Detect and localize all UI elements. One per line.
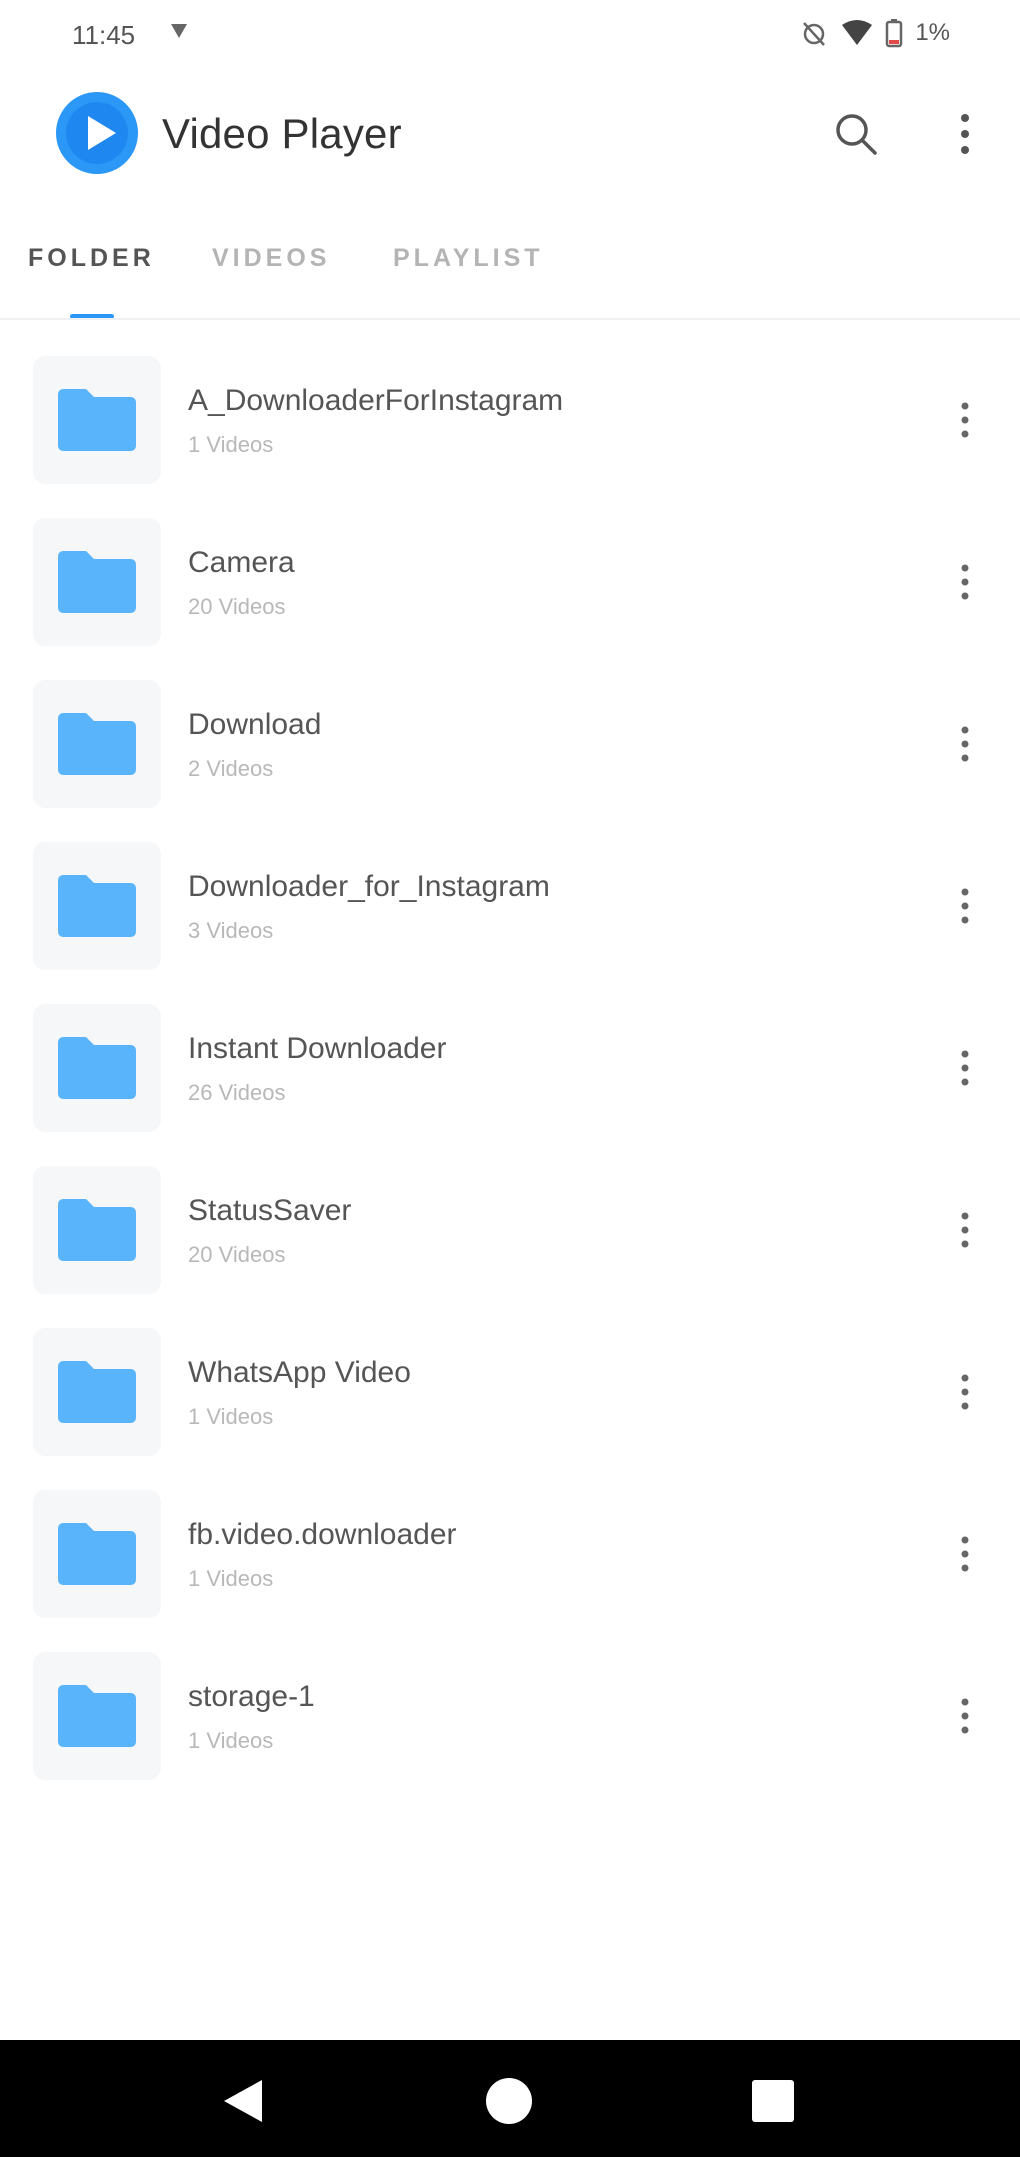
alarm-off-icon xyxy=(799,18,829,48)
system-nav-bar xyxy=(0,2040,1020,2157)
list-item[interactable]: Instant Downloader 26 Videos xyxy=(0,998,1020,1160)
folder-count: 1 Videos xyxy=(188,1404,274,1429)
folder-count: 20 Videos xyxy=(188,1242,286,1267)
list-item[interactable]: WhatsApp Video 1 Videos xyxy=(0,1322,1020,1484)
folder-count: 1 Videos xyxy=(188,1728,274,1753)
recent-apps-icon[interactable] xyxy=(752,2080,794,2122)
folder-name: fb.video.downloader xyxy=(188,1518,457,1551)
divider xyxy=(0,318,1020,320)
tab-bar: FOLDER VIDEOS PLAYLIST xyxy=(0,236,1020,320)
folder-icon xyxy=(33,1490,161,1618)
folder-count: 26 Videos xyxy=(188,1080,286,1105)
folder-icon xyxy=(33,1166,161,1294)
search-icon[interactable] xyxy=(826,104,886,164)
more-vert-icon[interactable] xyxy=(950,1524,980,1584)
more-vert-icon[interactable] xyxy=(950,390,980,450)
list-item[interactable]: StatusSaver 20 Videos xyxy=(0,1160,1020,1322)
folder-count: 1 Videos xyxy=(188,1566,274,1591)
list-item[interactable]: fb.video.downloader 1 Videos xyxy=(0,1484,1020,1646)
more-vert-icon[interactable] xyxy=(950,1038,980,1098)
more-vert-icon[interactable] xyxy=(950,1686,980,1746)
more-vert-icon[interactable] xyxy=(950,1200,980,1260)
list-item[interactable]: Download 2 Videos xyxy=(0,674,1020,836)
battery-icon xyxy=(885,18,903,48)
notification-icon xyxy=(168,20,190,42)
list-item[interactable]: Downloader_for_Instagram 3 Videos xyxy=(0,836,1020,998)
folder-name: Instant Downloader xyxy=(188,1032,447,1065)
more-vert-icon[interactable] xyxy=(950,714,980,774)
status-time: 11:45 xyxy=(72,20,136,50)
folder-icon xyxy=(33,1004,161,1132)
folder-list: A_DownloaderForInstagram 1 Videos Camera… xyxy=(0,350,1020,1808)
folder-name: StatusSaver xyxy=(188,1194,352,1227)
folder-count: 1 Videos xyxy=(188,432,274,457)
tab-videos[interactable]: VIDEOS xyxy=(212,244,330,273)
folder-name: Download xyxy=(188,708,322,741)
status-icons: 1% xyxy=(799,18,950,48)
folder-name: Downloader_for_Instagram xyxy=(188,870,550,903)
battery-percent: 1% xyxy=(915,19,950,46)
more-vert-icon[interactable] xyxy=(950,876,980,936)
folder-count: 3 Videos xyxy=(188,918,274,943)
tab-playlist[interactable]: PLAYLIST xyxy=(393,244,544,273)
home-icon[interactable] xyxy=(486,2078,532,2124)
tab-folder[interactable]: FOLDER xyxy=(28,244,155,273)
folder-name: Camera xyxy=(188,546,295,579)
more-vert-icon[interactable] xyxy=(950,552,980,612)
list-item[interactable]: A_DownloaderForInstagram 1 Videos xyxy=(0,350,1020,512)
more-vert-icon[interactable] xyxy=(940,104,990,164)
app-title: Video Player xyxy=(162,110,402,157)
more-vert-icon[interactable] xyxy=(950,1362,980,1422)
back-icon[interactable] xyxy=(222,2078,264,2129)
status-bar: 11:45 1% xyxy=(0,0,1020,72)
folder-count: 20 Videos xyxy=(188,594,286,619)
folder-icon xyxy=(33,842,161,970)
folder-name: A_DownloaderForInstagram xyxy=(188,384,564,417)
wifi-icon xyxy=(841,19,873,47)
folder-count: 2 Videos xyxy=(188,756,274,781)
folder-name: WhatsApp Video xyxy=(188,1356,411,1389)
folder-icon xyxy=(33,1652,161,1780)
folder-icon xyxy=(33,680,161,808)
folder-icon xyxy=(33,356,161,484)
folder-name: storage-1 xyxy=(188,1680,315,1713)
app-bar: Video Player xyxy=(0,80,1020,190)
list-item[interactable]: Camera 20 Videos xyxy=(0,512,1020,674)
play-logo-icon xyxy=(56,92,138,174)
folder-icon xyxy=(33,1328,161,1456)
list-item[interactable]: storage-1 1 Videos xyxy=(0,1646,1020,1808)
folder-icon xyxy=(33,518,161,646)
